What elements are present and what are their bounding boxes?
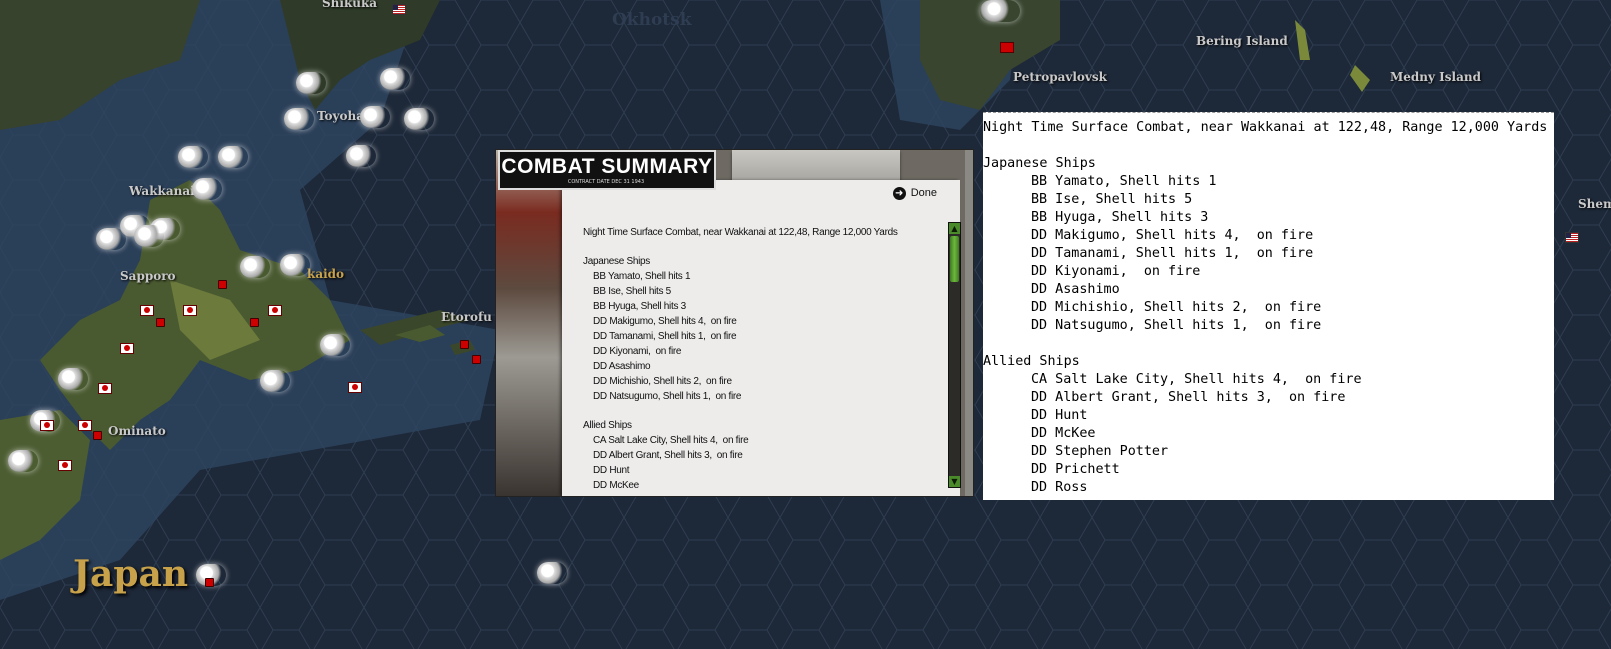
map-label-wakkanai: Wakkanai xyxy=(129,184,195,198)
log-ship-line: DD Prichett xyxy=(1031,462,1120,477)
log-ship-line: CA Salt Lake City, Shell hits 4, on fire xyxy=(1031,372,1362,387)
us-flag-icon[interactable] xyxy=(1565,232,1579,243)
japan-flag-icon[interactable] xyxy=(58,460,72,471)
naval-unit-marker[interactable] xyxy=(360,106,390,128)
dialog-right-rail xyxy=(965,150,973,496)
japan-flag-icon[interactable] xyxy=(98,383,112,394)
log-ship-line: BB Yamato, Shell hits 1 xyxy=(1031,174,1217,189)
naval-unit-marker[interactable] xyxy=(58,368,88,390)
combat-log-panel: Night Time Surface Combat, near Wakkanai… xyxy=(983,112,1554,500)
ship-line: DD Kiyonami, on fire xyxy=(593,346,682,357)
naval-unit-marker[interactable] xyxy=(280,254,310,276)
naval-unit-marker[interactable] xyxy=(8,450,38,472)
base-marker[interactable] xyxy=(460,340,469,349)
japan-flag-icon[interactable] xyxy=(348,382,362,393)
log-ship-line: DD Natsugumo, Shell hits 1, on fire xyxy=(1031,318,1322,333)
japan-flag-icon[interactable] xyxy=(140,305,154,316)
log-ship-line: DD Hunt xyxy=(1031,408,1088,423)
dialog-subtitle: CONTRACT DATE DEC 31 1943 xyxy=(566,179,646,186)
naval-unit-marker[interactable] xyxy=(240,256,270,278)
naval-unit-marker[interactable] xyxy=(260,370,290,392)
ship-line: DD Albert Grant, Shell hits 3, on fire xyxy=(593,450,743,461)
log-ship-line: DD Tamanami, Shell hits 1, on fire xyxy=(1031,246,1314,261)
naval-unit-marker[interactable] xyxy=(320,334,350,356)
done-button[interactable]: ➜ Done xyxy=(892,185,937,201)
summary-scrollbar[interactable]: ▲ ▼ xyxy=(948,222,961,488)
log-ship-line: DD Asashimo xyxy=(1031,282,1120,297)
japan-flag-icon[interactable] xyxy=(40,420,54,431)
map-label-etorofu: Etorofu xyxy=(441,310,492,324)
done-label: Done xyxy=(910,187,937,199)
naval-unit-marker[interactable] xyxy=(380,68,410,90)
log-ship-line: DD Makigumo, Shell hits 4, on fire xyxy=(1031,228,1314,243)
naval-unit-marker[interactable] xyxy=(296,72,326,94)
scroll-thumb[interactable] xyxy=(950,236,959,282)
log-ship-line: DD Ross xyxy=(1031,480,1088,495)
base-marker[interactable] xyxy=(205,578,214,587)
map-label-japan: Japan xyxy=(73,553,189,595)
japan-flag-icon[interactable] xyxy=(183,305,197,316)
map-label-medny-island: Medny Island xyxy=(1390,70,1482,84)
base-marker[interactable] xyxy=(472,355,481,364)
log-ship-line: DD Albert Grant, Shell hits 3, on fire xyxy=(1031,390,1346,405)
us-flag-icon[interactable] xyxy=(392,4,406,15)
selected-unit-marker[interactable] xyxy=(192,178,222,200)
map-label-sapporo: Sapporo xyxy=(120,269,176,283)
map-label-shem: Shem xyxy=(1578,197,1611,211)
log-ship-line: BB Ise, Shell hits 5 xyxy=(1031,192,1193,207)
soviet-flag-icon[interactable] xyxy=(1000,42,1014,53)
allied-ships-heading: Allied Ships xyxy=(583,420,632,431)
log-ship-line: BB Hyuga, Shell hits 3 xyxy=(1031,210,1209,225)
japan-flag-icon[interactable] xyxy=(120,343,134,354)
japan-flag-icon[interactable] xyxy=(78,420,92,431)
ship-line: DD Michishio, Shell hits 2, on fire xyxy=(593,376,732,387)
log-allied-heading: Allied Ships xyxy=(983,354,1080,369)
naval-unit-marker[interactable] xyxy=(96,228,126,250)
ship-line: BB Ise, Shell hits 5 xyxy=(593,286,671,297)
naval-unit-marker[interactable] xyxy=(346,145,376,167)
base-marker[interactable] xyxy=(218,280,227,289)
ship-line: DD Tamanami, Shell hits 1, on fire xyxy=(593,331,737,342)
log-ship-line: DD Kiyonami, on fire xyxy=(1031,264,1201,279)
map-label-okhotsk: Okhotsk xyxy=(612,10,692,30)
combat-summary-dialog: COMBAT SUMMARY CONTRACT DATE DEC 31 1943… xyxy=(495,149,974,497)
naval-unit-marker[interactable] xyxy=(134,225,164,247)
scroll-down-arrow-icon[interactable]: ▼ xyxy=(949,476,960,487)
map-label-shikuka: Shikuka xyxy=(322,0,378,10)
ship-line: CA Salt Lake City, Shell hits 4, on fire xyxy=(593,435,749,446)
log-ship-line: DD McKee xyxy=(1031,426,1096,441)
japan-flag-icon[interactable] xyxy=(268,305,282,316)
ship-line: DD McKee xyxy=(593,480,639,491)
map-label-kaido: kaido xyxy=(307,267,345,281)
map-label-ominato: Ominato xyxy=(108,424,166,438)
log-ship-line: DD Stephen Potter xyxy=(1031,444,1169,459)
japanese-ships-heading: Japanese Ships xyxy=(583,256,650,267)
log-japanese-heading: Japanese Ships xyxy=(983,156,1096,171)
scroll-up-arrow-icon[interactable]: ▲ xyxy=(949,223,960,234)
naval-unit-marker[interactable] xyxy=(404,108,434,130)
naval-unit-marker[interactable] xyxy=(980,0,1020,22)
ship-line: DD Hunt xyxy=(593,465,630,476)
ship-line: BB Yamato, Shell hits 1 xyxy=(593,271,691,282)
ship-line: BB Hyuga, Shell hits 3 xyxy=(593,301,686,312)
naval-unit-marker[interactable] xyxy=(178,146,208,168)
summary-header: Night Time Surface Combat, near Wakkanai… xyxy=(583,227,898,238)
combat-summary-text: Night Time Surface Combat, near Wakkanai… xyxy=(583,225,943,496)
map-label-bering-island: Bering Island xyxy=(1196,34,1288,48)
naval-unit-marker[interactable] xyxy=(284,108,314,130)
log-ship-line: DD Michishio, Shell hits 2, on fire xyxy=(1031,300,1322,315)
naval-unit-marker[interactable] xyxy=(218,146,248,168)
ship-line: DD Makigumo, Shell hits 4, on fire xyxy=(593,316,737,327)
dialog-photo-strip xyxy=(496,150,562,496)
ship-line: DD Natsugumo, Shell hits 1, on fire xyxy=(593,391,742,402)
arrow-right-icon: ➜ xyxy=(892,186,906,200)
base-marker[interactable] xyxy=(93,431,102,440)
map-label-petropavlovsk: Petropavlovsk xyxy=(1013,70,1107,84)
log-header: Night Time Surface Combat, near Wakkanai… xyxy=(983,120,1548,135)
naval-unit-marker[interactable] xyxy=(537,562,567,584)
base-marker[interactable] xyxy=(250,318,259,327)
base-marker[interactable] xyxy=(156,318,165,327)
ship-line: DD Asashimo xyxy=(593,361,651,372)
